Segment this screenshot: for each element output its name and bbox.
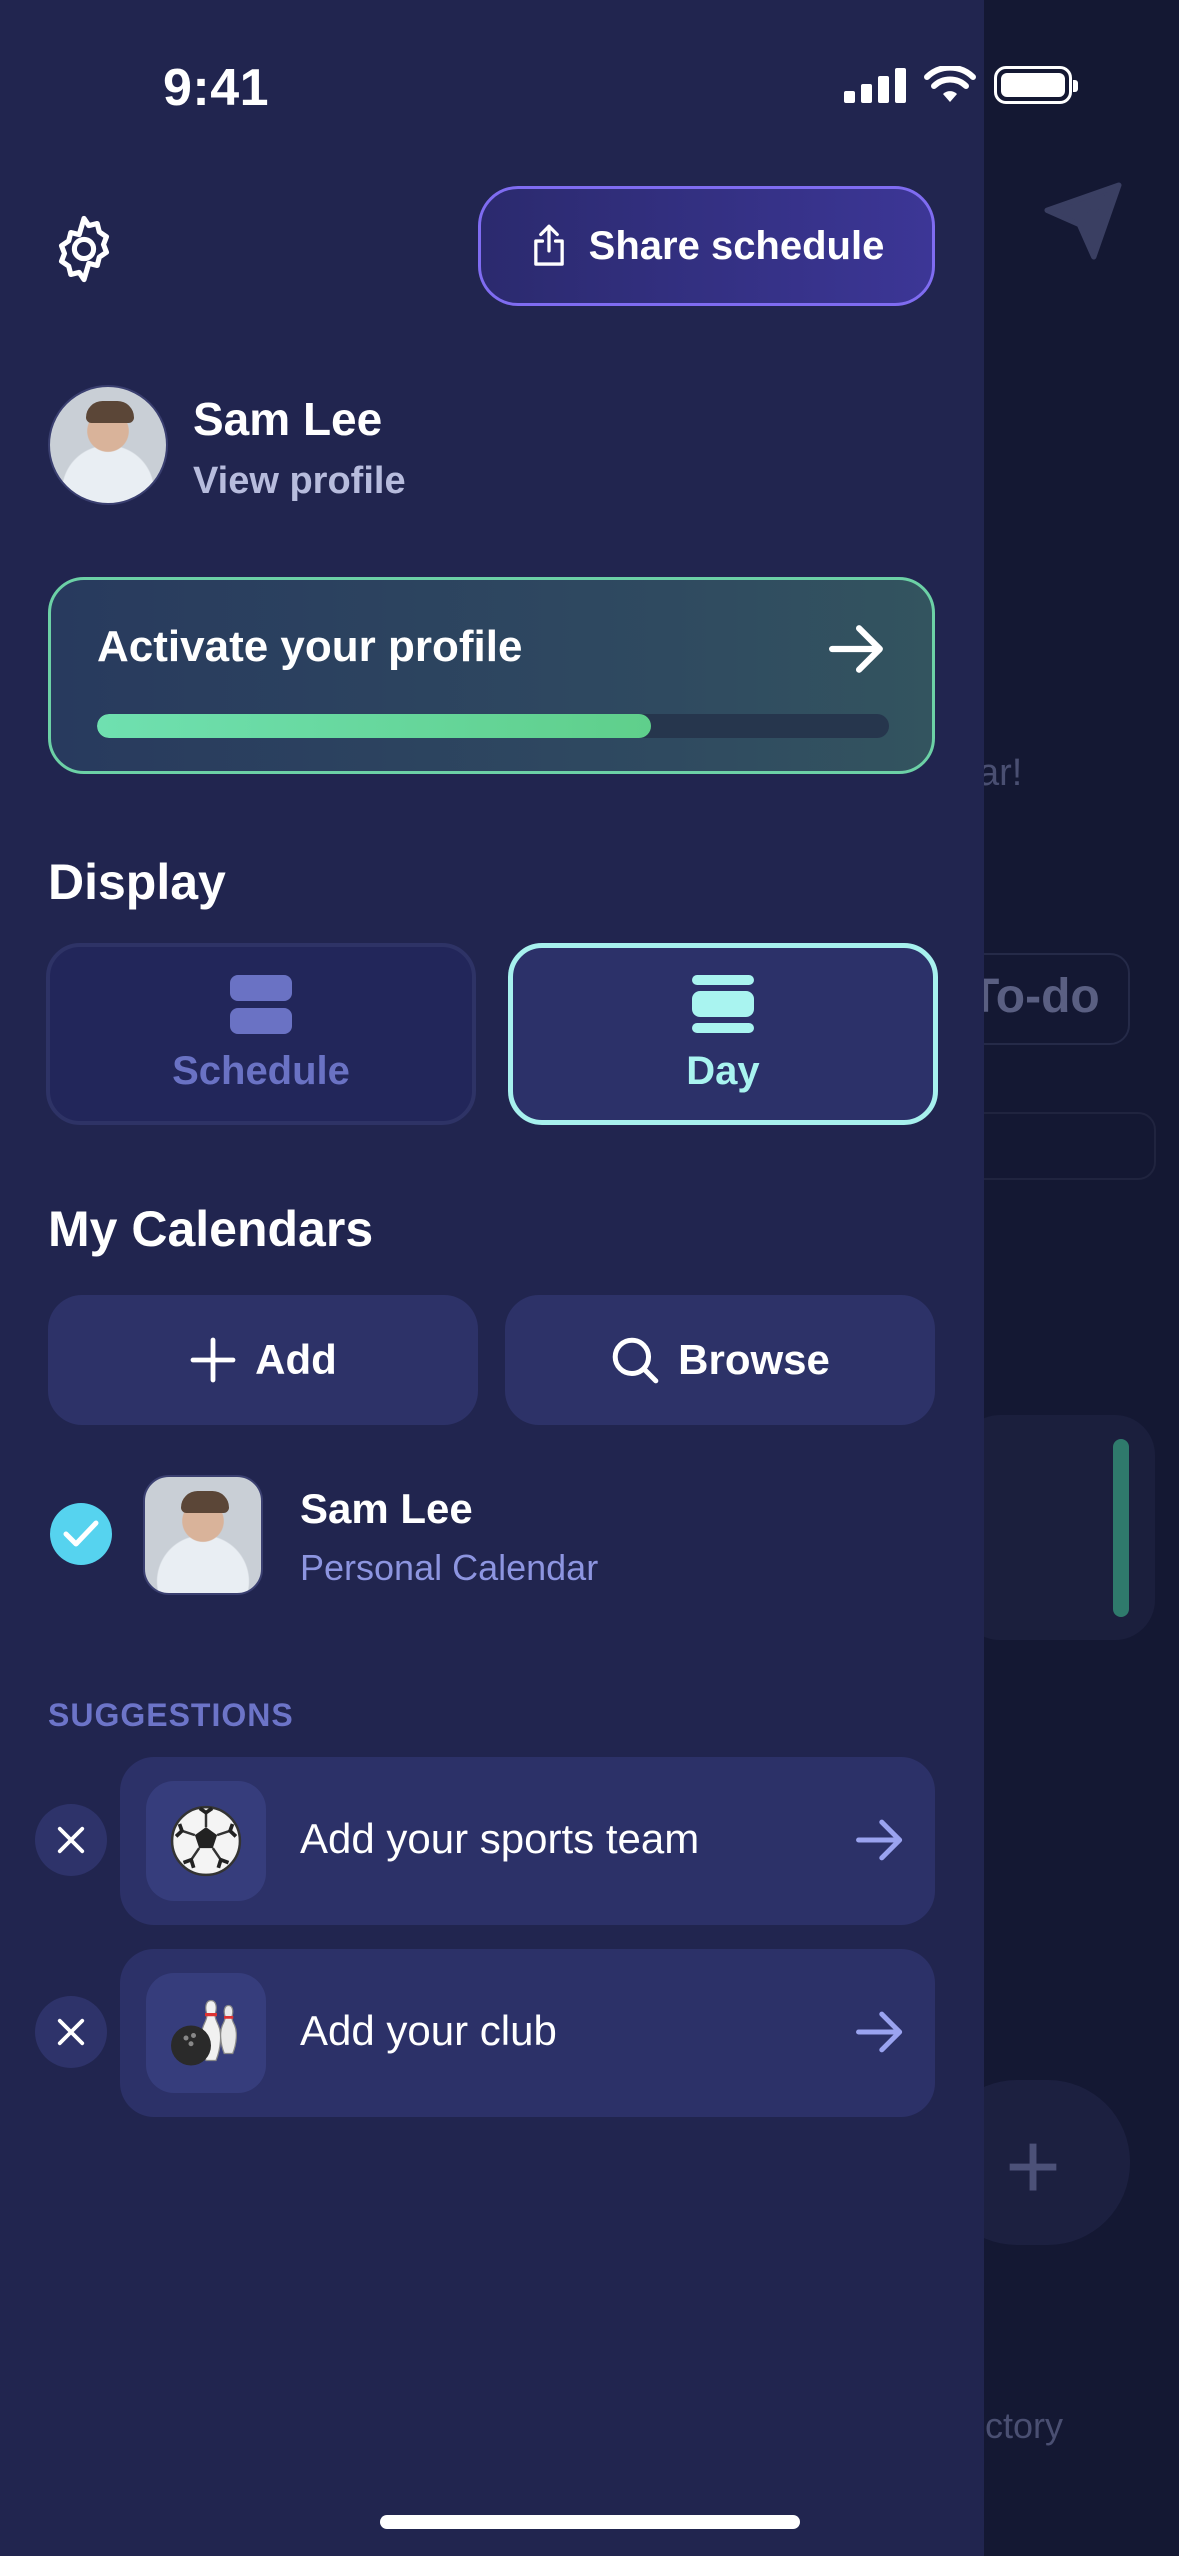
arrow-right-icon bbox=[829, 625, 883, 673]
checkmark-icon bbox=[63, 1520, 99, 1547]
profile-avatar[interactable] bbox=[48, 385, 168, 505]
suggestion-sports-team[interactable]: Add your sports team bbox=[120, 1757, 935, 1925]
status-time: 9:41 bbox=[163, 59, 270, 117]
arrow-right-icon bbox=[856, 2011, 903, 2053]
add-calendar-label: Add bbox=[255, 1336, 337, 1383]
calendar-avatar bbox=[143, 1475, 263, 1595]
status-icons bbox=[844, 66, 1078, 104]
browse-calendars-button[interactable]: Browse bbox=[505, 1295, 935, 1425]
view-profile-link[interactable]: View profile bbox=[193, 460, 406, 503]
activation-progress-fill bbox=[97, 714, 652, 738]
day-view-icon bbox=[692, 974, 754, 1033]
activation-progress-bar bbox=[97, 714, 889, 738]
suggestion-club[interactable]: Add your club bbox=[120, 1949, 935, 2117]
wifi-icon bbox=[924, 66, 976, 102]
display-option-day[interactable]: Day bbox=[508, 943, 938, 1125]
share-icon bbox=[533, 224, 564, 266]
search-icon bbox=[612, 1337, 659, 1384]
calendar-checkbox-checked[interactable] bbox=[50, 1503, 112, 1565]
calendar-owner-name: Sam Lee bbox=[300, 1485, 473, 1532]
display-option-day-label: Day bbox=[686, 1048, 760, 1093]
dismiss-suggestion-button[interactable] bbox=[35, 1804, 107, 1876]
share-schedule-label: Share schedule bbox=[588, 223, 885, 268]
close-icon bbox=[57, 2018, 85, 2046]
arrow-right-icon bbox=[856, 1819, 903, 1861]
display-section-title: Display bbox=[48, 854, 226, 910]
settings-gear-icon[interactable] bbox=[48, 213, 120, 285]
close-icon bbox=[57, 1826, 85, 1854]
display-option-schedule[interactable]: Schedule bbox=[46, 943, 476, 1125]
cellular-signal-icon bbox=[844, 67, 906, 103]
activate-profile-card[interactable]: Activate your profile bbox=[48, 577, 935, 774]
display-option-schedule-label: Schedule bbox=[172, 1048, 350, 1093]
schedule-view-icon bbox=[230, 974, 292, 1034]
suggestion-sports-team-label: Add your sports team bbox=[300, 1815, 700, 1862]
background-text-fragment: ar! bbox=[978, 752, 1023, 794]
browse-calendars-label: Browse bbox=[678, 1336, 830, 1383]
activate-profile-title: Activate your profile bbox=[97, 622, 523, 671]
suggestions-heading: SUGGESTIONS bbox=[48, 1697, 294, 1733]
my-calendars-title: My Calendars bbox=[48, 1201, 374, 1257]
plus-icon bbox=[190, 1337, 236, 1383]
battery-icon bbox=[994, 66, 1078, 104]
calendar-type-label: Personal Calendar bbox=[300, 1547, 599, 1588]
side-drawer: 9:41 Share schedule Sam Lee View profile… bbox=[0, 0, 1078, 2556]
background-tab-label: ctory bbox=[985, 2405, 1064, 2446]
dismiss-suggestion-button[interactable] bbox=[35, 1996, 107, 2068]
soccer-ball-icon bbox=[146, 1781, 266, 1901]
send-icon bbox=[1044, 182, 1122, 260]
bowling-icon bbox=[146, 1973, 266, 2093]
background-event-card bbox=[960, 1415, 1155, 1640]
profile-name: Sam Lee bbox=[193, 393, 383, 445]
home-indicator[interactable] bbox=[380, 2515, 800, 2529]
suggestion-club-label: Add your club bbox=[300, 2007, 557, 2054]
share-schedule-button[interactable]: Share schedule bbox=[478, 186, 935, 306]
add-calendar-button[interactable]: Add bbox=[48, 1295, 478, 1425]
